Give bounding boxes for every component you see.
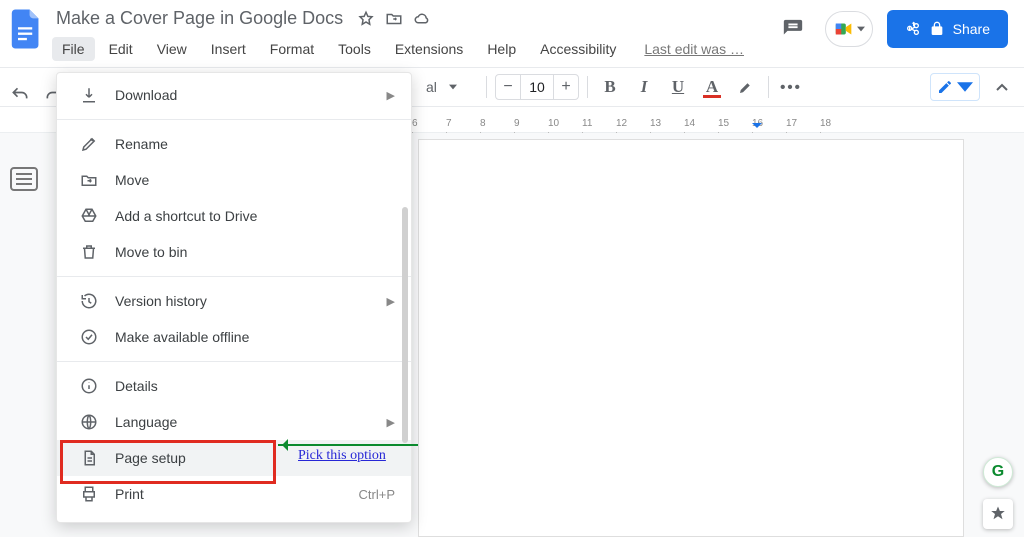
font-size-control[interactable]: − 10 + [495, 74, 579, 100]
offline-icon [79, 327, 99, 347]
share-button[interactable]: Share [887, 10, 1008, 48]
move-to-folder-icon[interactable] [385, 10, 403, 28]
page-setup-icon [79, 448, 99, 468]
file-menu-make-offline[interactable]: Make available offline [57, 319, 411, 355]
toolbar-separator [768, 76, 769, 98]
file-menu-language[interactable]: Language ▶ [57, 404, 411, 440]
info-icon [79, 376, 99, 396]
menu-label: Move to bin [115, 244, 395, 260]
download-icon [79, 85, 99, 105]
menu-label: Move [115, 172, 395, 188]
ruler-tick: 17 [786, 118, 820, 129]
star-icon[interactable] [357, 10, 375, 28]
ruler-tick: 10 [548, 118, 582, 129]
menu-label: Details [115, 378, 395, 394]
file-menu-print[interactable]: Print Ctrl+P [57, 476, 411, 512]
menu-edit[interactable]: Edit [99, 37, 143, 61]
ruler-tick: 12 [616, 118, 650, 129]
file-menu-download[interactable]: Download ▶ [57, 77, 411, 113]
ruler-tick: 9 [514, 118, 548, 129]
share-button-label: Share [953, 21, 990, 37]
bold-button[interactable]: B [596, 73, 624, 101]
menu-extensions[interactable]: Extensions [385, 37, 473, 61]
menu-label: Download [115, 87, 371, 103]
ruler-tick: 15 [718, 118, 752, 129]
grammarly-icon[interactable]: G [983, 457, 1013, 487]
menubar: File Edit View Insert Format Tools Exten… [52, 37, 775, 61]
document-outline-button[interactable] [10, 167, 38, 191]
ruler-tick: 14 [684, 118, 718, 129]
menu-label: Rename [115, 136, 395, 152]
menu-shortcut: Ctrl+P [359, 487, 395, 502]
toolbar-separator [486, 76, 487, 98]
menu-label: Language [115, 414, 371, 430]
more-tools-button[interactable]: ••• [777, 73, 805, 101]
trash-icon [79, 242, 99, 262]
ruler-tick: 6 [412, 118, 446, 129]
globe-icon [79, 412, 99, 432]
ruler-indent-marker-icon[interactable] [752, 123, 762, 133]
menu-label: Print [115, 486, 343, 502]
print-icon [79, 484, 99, 504]
toolbar-separator [587, 76, 588, 98]
menu-file[interactable]: File [52, 37, 95, 61]
last-edit-link[interactable]: Last edit was … [638, 37, 750, 61]
cloud-status-icon[interactable] [413, 10, 431, 28]
file-menu-move[interactable]: Move [57, 162, 411, 198]
explore-icon[interactable] [983, 499, 1013, 529]
move-icon [79, 170, 99, 190]
annotation-text: Pick this option [298, 446, 386, 464]
file-menu-add-shortcut[interactable]: Add a shortcut to Drive [57, 198, 411, 234]
rename-icon [79, 134, 99, 154]
menu-tools[interactable]: Tools [328, 37, 381, 61]
menu-help[interactable]: Help [477, 37, 526, 61]
file-menu-version-history[interactable]: Version history ▶ [57, 283, 411, 319]
menu-accessibility[interactable]: Accessibility [530, 37, 626, 61]
submenu-arrow-icon: ▶ [387, 89, 395, 102]
increase-font-size-button[interactable]: + [554, 75, 578, 99]
document-page[interactable] [418, 139, 964, 537]
document-title[interactable]: Make a Cover Page in Google Docs [52, 6, 347, 31]
menu-scrollbar-thumb[interactable] [402, 207, 408, 443]
editing-mode-dropdown[interactable] [930, 73, 980, 101]
menu-insert[interactable]: Insert [201, 37, 256, 61]
menu-label: Add a shortcut to Drive [115, 208, 395, 224]
meet-button[interactable] [825, 11, 873, 47]
ruler-tick: 18 [820, 118, 854, 129]
highlight-button[interactable] [732, 73, 760, 101]
italic-button[interactable]: I [630, 73, 658, 101]
menu-format[interactable]: Format [260, 37, 324, 61]
drive-shortcut-icon [79, 206, 99, 226]
menu-view[interactable]: View [147, 37, 197, 61]
undo-button[interactable] [10, 85, 30, 105]
menu-separator [57, 361, 411, 362]
comments-icon[interactable] [775, 11, 811, 47]
font-name-fragment: al [426, 79, 437, 95]
menu-label: Make available offline [115, 329, 395, 345]
file-menu-rename[interactable]: Rename [57, 126, 411, 162]
ruler-tick: 8 [480, 118, 514, 129]
menu-separator [57, 119, 411, 120]
history-icon [79, 291, 99, 311]
collapse-toolbar-button[interactable] [988, 73, 1016, 101]
font-size-value[interactable]: 10 [520, 75, 554, 99]
menu-label: Version history [115, 293, 371, 309]
decrease-font-size-button[interactable]: − [496, 75, 520, 99]
file-menu-move-to-bin[interactable]: Move to bin [57, 234, 411, 270]
docs-logo[interactable] [8, 6, 44, 52]
font-family-dropdown[interactable]: al [418, 74, 478, 100]
underline-button[interactable]: U [664, 73, 692, 101]
ruler-tick: 13 [650, 118, 684, 129]
submenu-arrow-icon: ▶ [387, 295, 395, 308]
submenu-arrow-icon: ▶ [387, 416, 395, 429]
text-color-button[interactable]: A [698, 73, 726, 101]
menu-separator [57, 276, 411, 277]
ruler-tick: 7 [446, 118, 480, 129]
file-menu-details[interactable]: Details [57, 368, 411, 404]
ruler-tick: 11 [582, 118, 616, 129]
